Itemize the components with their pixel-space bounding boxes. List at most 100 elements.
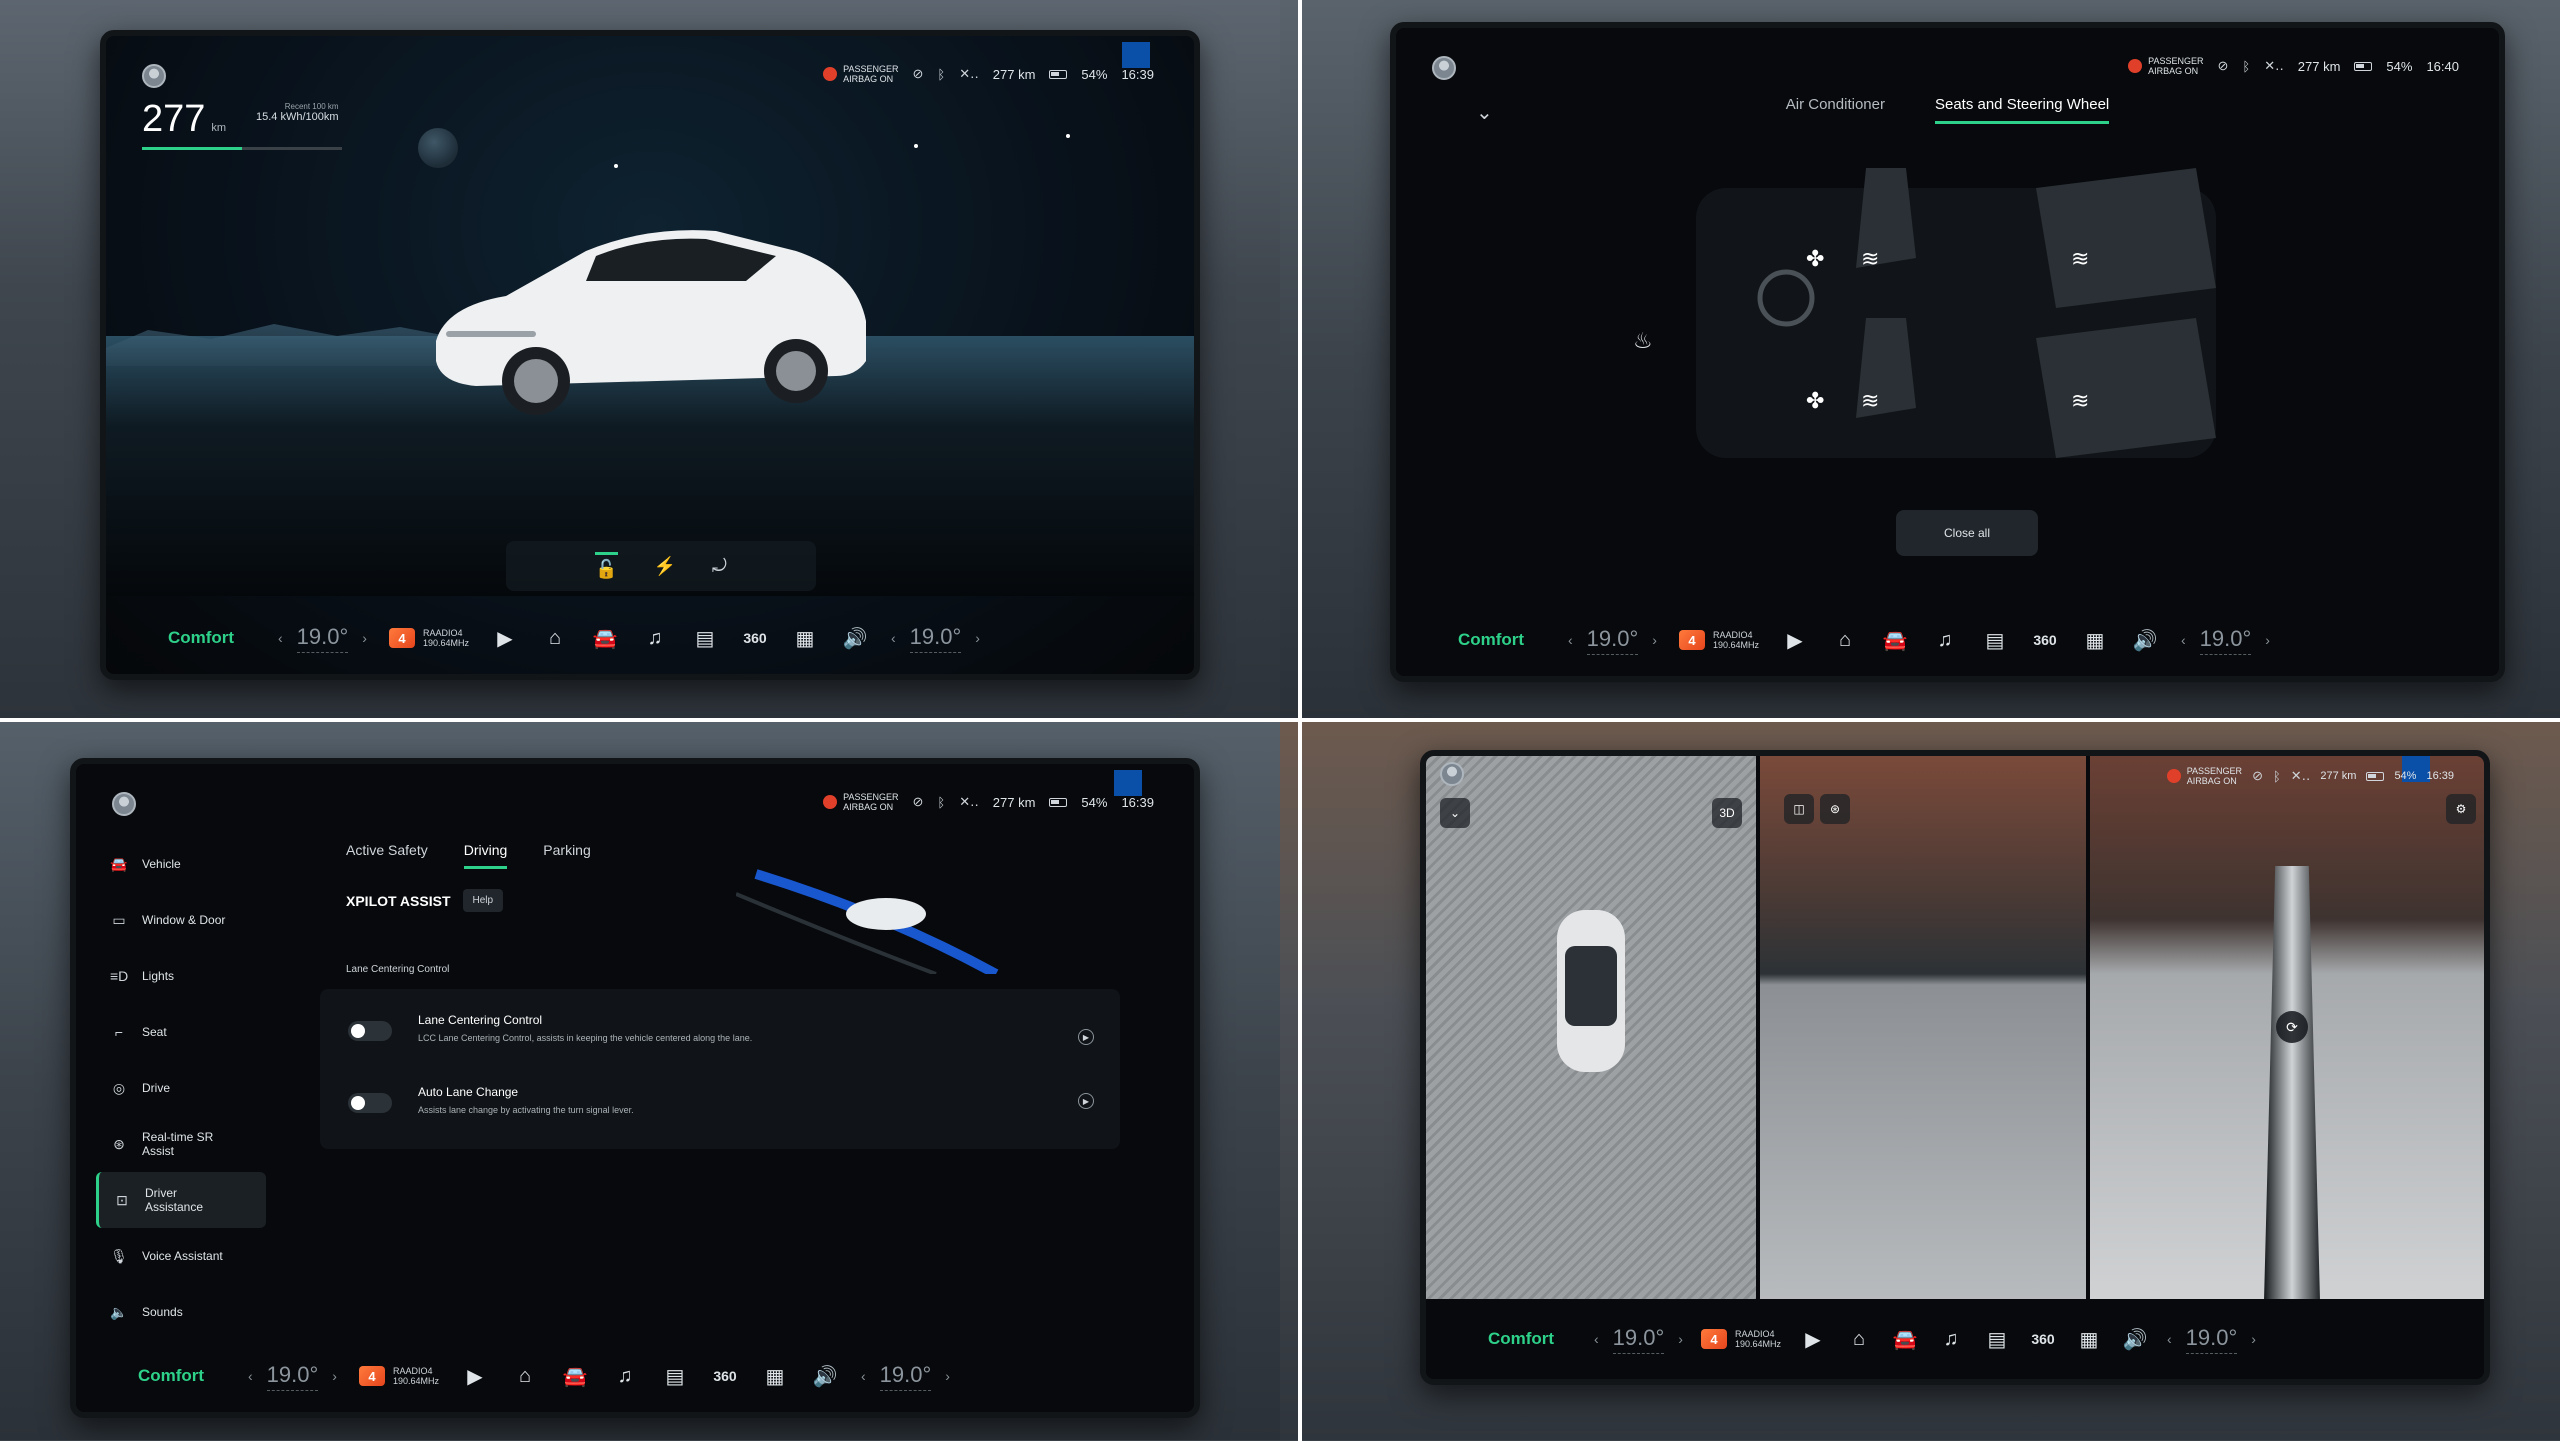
music-icon[interactable]: ♫ [1937, 1328, 1965, 1351]
temp-right-down[interactable]: ‹ [2181, 632, 2186, 648]
temp-right-up[interactable]: › [2265, 632, 2270, 648]
tab-driving[interactable]: Driving [463, 842, 508, 869]
home-icon[interactable]: ⌂ [541, 627, 569, 650]
home-icon[interactable]: ⌂ [1831, 629, 1859, 652]
profile-avatar[interactable] [112, 792, 136, 816]
tab-parking[interactable]: Parking [543, 842, 590, 869]
seat-icon[interactable]: ▤ [1981, 628, 2009, 653]
apps-icon[interactable]: ▦ [2081, 628, 2109, 653]
tab-air-conditioner[interactable]: Air Conditioner [1786, 96, 1885, 124]
temp-left-value[interactable]: 19.0° [1612, 1325, 1665, 1354]
apps-icon[interactable]: ▦ [2075, 1327, 2103, 1352]
temp-left-up[interactable]: › [1652, 632, 1657, 648]
drive-mode[interactable]: Comfort [1466, 1329, 1576, 1349]
temp-left-value[interactable]: 19.0° [266, 1362, 319, 1391]
profile-avatar[interactable] [1440, 762, 1464, 786]
unlock-icon[interactable]: 🔓 [595, 552, 618, 580]
temp-left-up[interactable]: › [362, 630, 367, 646]
temp-right-down[interactable]: ‹ [2167, 1331, 2172, 1347]
sidebar-item-voice-assistant[interactable]: 🎙 Voice Assistant [96, 1228, 266, 1284]
temp-right-down[interactable]: ‹ [861, 1368, 866, 1384]
fan-icon[interactable]: ✤ [1806, 388, 1824, 413]
apps-icon[interactable]: ▦ [791, 626, 819, 651]
view-3d-button[interactable]: 3D [1712, 798, 1742, 828]
music-icon[interactable]: ♫ [641, 627, 669, 650]
seat-heat-icon[interactable]: ≋ [1861, 246, 1879, 271]
drive-mode[interactable]: Comfort [1436, 630, 1546, 650]
seat-icon[interactable]: ▤ [691, 626, 719, 651]
temp-left-up[interactable]: › [332, 1368, 337, 1384]
seat-icon[interactable]: ▤ [1983, 1327, 2011, 1352]
sidebar-item-drive[interactable]: ◎ Drive [96, 1060, 266, 1116]
radio-widget[interactable]: 4 RAADIO4 190.64MHz [1700, 1329, 1781, 1349]
play-icon[interactable]: ▶ [491, 626, 519, 651]
car-icon[interactable]: 🚘 [1891, 1327, 1919, 1352]
seat-heat-icon[interactable]: ≋ [1861, 388, 1879, 413]
settings-gear-icon[interactable]: ⚙ [2446, 794, 2476, 824]
radio-widget[interactable]: 4 RAADIO4 190.64MHz [388, 628, 469, 648]
play-demo-icon[interactable]: ▶ [1078, 1093, 1094, 1109]
360-icon[interactable]: 360 [741, 630, 769, 646]
profile-avatar[interactable] [142, 64, 166, 88]
fan-icon[interactable]: ✤ [1806, 246, 1824, 271]
temp-right-value[interactable]: 19.0° [879, 1362, 932, 1391]
tab-seats-steering[interactable]: Seats and Steering Wheel [1934, 96, 2110, 124]
temp-left-up[interactable]: › [1678, 1331, 1683, 1347]
music-icon[interactable]: ♫ [1931, 629, 1959, 652]
apps-icon[interactable]: ▦ [761, 1364, 789, 1389]
tailgate-icon[interactable]: ⤾ [712, 556, 727, 577]
car-icon[interactable]: 🚘 [1881, 628, 1909, 653]
radio-widget[interactable]: 4 RAADIO4 190.64MHz [358, 1366, 439, 1386]
sidebar-item-driver-assistance[interactable]: ⊡ Driver Assistance [96, 1172, 266, 1228]
view-toggle-icon[interactable]: ◫ [1784, 794, 1814, 824]
sidebar-item-vehicle[interactable]: 🚘 Vehicle [96, 836, 266, 892]
temp-right-value[interactable]: 19.0° [909, 624, 962, 653]
volume-icon[interactable]: 🔊 [841, 626, 869, 651]
temp-left-value[interactable]: 19.0° [296, 624, 349, 653]
seat-heat-icon[interactable]: ≋ [2071, 246, 2089, 271]
tab-active-safety[interactable]: Active Safety [346, 842, 428, 869]
sidebar-item-sr-assist[interactable]: ⊛ Real-time SR Assist [96, 1116, 266, 1172]
sidebar-item-sounds[interactable]: 🔈 Sounds [96, 1284, 266, 1340]
play-icon[interactable]: ▶ [1781, 628, 1809, 653]
temp-right-value[interactable]: 19.0° [2199, 626, 2252, 655]
volume-icon[interactable]: 🔊 [2121, 1327, 2149, 1352]
temp-right-up[interactable]: › [945, 1368, 950, 1384]
drive-mode[interactable]: Comfort [146, 628, 256, 648]
help-button[interactable]: Help [462, 889, 504, 912]
360-icon[interactable]: 360 [2031, 632, 2059, 648]
volume-icon[interactable]: 🔊 [811, 1364, 839, 1389]
car-icon[interactable]: 🚘 [561, 1364, 589, 1389]
temp-right-up[interactable]: › [975, 630, 980, 646]
lane-centering-toggle[interactable] [348, 1021, 392, 1041]
temp-left-down[interactable]: ‹ [1568, 632, 1573, 648]
sidebar-item-seat[interactable]: ⌐ Seat [96, 1004, 266, 1060]
temp-right-value[interactable]: 19.0° [2185, 1325, 2238, 1354]
sidebar-item-window-door[interactable]: ▭ Window & Door [96, 892, 266, 948]
collapse-chevron-icon[interactable]: ⌄ [1440, 798, 1470, 828]
sidebar-item-lights[interactable]: ≡D Lights [96, 948, 266, 1004]
seat-heat-icon[interactable]: ≋ [2071, 388, 2089, 413]
vehicle-image[interactable] [416, 211, 876, 431]
temp-left-down[interactable]: ‹ [278, 630, 283, 646]
360-icon[interactable]: 360 [2029, 1331, 2057, 1347]
volume-icon[interactable]: 🔊 [2131, 628, 2159, 653]
temp-right-up[interactable]: › [2251, 1331, 2256, 1347]
radio-widget[interactable]: 4 RAADIO4 190.64MHz [1678, 630, 1759, 650]
auto-lane-change-toggle[interactable] [348, 1093, 392, 1113]
play-demo-icon[interactable]: ▶ [1078, 1029, 1094, 1045]
profile-avatar[interactable] [1432, 56, 1456, 80]
seat-icon[interactable]: ▤ [661, 1364, 689, 1389]
360-icon[interactable]: 360 [711, 1368, 739, 1384]
car-icon[interactable]: 🚘 [591, 626, 619, 651]
charge-icon[interactable]: ⚡ [654, 556, 676, 577]
music-icon[interactable]: ♫ [611, 1365, 639, 1388]
drive-mode[interactable]: Comfort [116, 1366, 226, 1386]
close-all-button[interactable]: Close all [1896, 510, 2038, 556]
play-icon[interactable]: ▶ [1799, 1327, 1827, 1352]
temp-left-value[interactable]: 19.0° [1586, 626, 1639, 655]
temp-left-down[interactable]: ‹ [248, 1368, 253, 1384]
mirror-icon[interactable]: ⟳ [2276, 1011, 2308, 1043]
home-icon[interactable]: ⌂ [1845, 1328, 1873, 1351]
temp-left-down[interactable]: ‹ [1594, 1331, 1599, 1347]
